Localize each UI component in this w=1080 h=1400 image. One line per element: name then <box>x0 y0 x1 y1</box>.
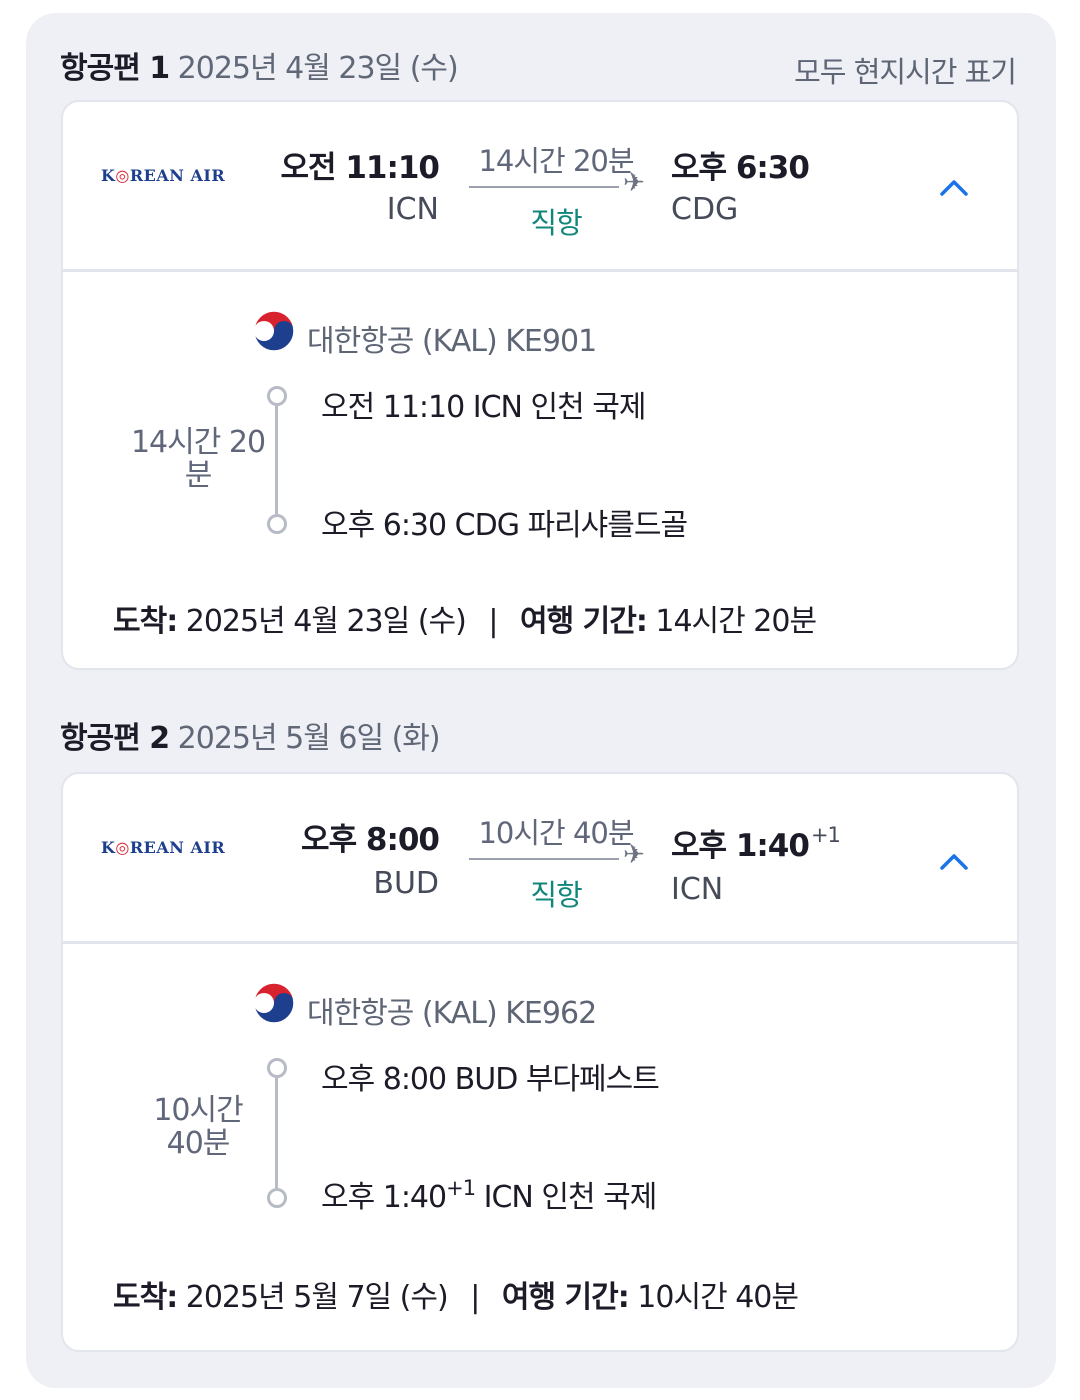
timeline-duration: 10시간 40분 <box>153 1093 243 1161</box>
departure-time: 오전 11:10 <box>280 150 440 186</box>
arrival-stop: 오후 6:30 CDG 파리샤를드골 <box>321 508 688 543</box>
departure-code: ICN <box>386 192 439 227</box>
flight-detail: 대한항공 (KAL) KE962 10시간 40분 오후 8:00 BUD 부다… <box>63 944 1017 1338</box>
local-time-note: 모두 현지시간 표기 <box>794 55 1017 89</box>
route-line <box>469 858 619 860</box>
flight-label: 항공편 1 <box>60 51 170 86</box>
flight-card-2: K◎REAN AIR 오후 8:00 BUD 10시간 40분 ✈ 직항 오후 … <box>61 772 1019 1352</box>
chevron-up-icon[interactable] <box>939 172 969 202</box>
flight-1-header: 항공편 1 2025년 4월 23일 (수) <box>60 43 459 87</box>
carrier-info: 대한항공 (KAL) KE962 <box>307 996 597 1031</box>
korean-air-taegeuk-icon <box>253 982 295 1024</box>
korean-air-taegeuk-icon <box>253 310 295 352</box>
arrival-code: ICN <box>671 872 724 907</box>
flight-date: 2025년 4월 23일 (수) <box>177 51 459 86</box>
timeline-start-dot <box>267 1058 287 1078</box>
flight-summary[interactable]: K◎REAN AIR 오후 8:00 BUD 10시간 40분 ✈ 직항 오후 … <box>63 774 1017 944</box>
next-day-marker: +1 <box>446 1176 476 1200</box>
carrier-info: 대한항공 (KAL) KE901 <box>307 324 597 359</box>
flight-duration: 10시간 40분 <box>478 816 634 850</box>
chevron-up-icon[interactable] <box>939 846 969 876</box>
flight-summary[interactable]: K◎REAN AIR 오전 11:10 ICN 14시간 20분 ✈ 직항 오후… <box>63 102 1017 272</box>
arrival-time: 오후 1:40+1 <box>671 823 841 864</box>
departure-code: BUD <box>373 866 439 901</box>
airplane-icon: ✈ <box>623 168 645 198</box>
timeline-duration: 14시간 20분 <box>130 425 266 493</box>
arrival-code: CDG <box>671 192 739 227</box>
departure-stop: 오후 8:00 BUD 부다페스트 <box>321 1062 660 1097</box>
departure-stop: 오전 11:10 ICN 인천 국제 <box>321 390 646 425</box>
flight-duration: 14시간 20분 <box>478 144 634 178</box>
timeline-start-dot <box>267 386 287 406</box>
timeline-line <box>275 406 278 514</box>
korean-air-logo: K◎REAN AIR <box>101 166 226 185</box>
arrival-time: 오후 6:30 <box>671 150 810 186</box>
next-day-marker: +1 <box>810 823 841 847</box>
flight-2-header: 항공편 2 2025년 5월 6일 (화) <box>60 713 441 757</box>
flight-label: 항공편 2 <box>60 721 170 756</box>
flight-date: 2025년 5월 6일 (화) <box>177 721 441 756</box>
timeline-end-dot <box>267 514 287 534</box>
route-line <box>469 186 619 188</box>
flight-footer: 도착: 2025년 4월 23일 (수) | 여행 기간: 14시간 20분 <box>113 604 817 639</box>
flight-detail: 대한항공 (KAL) KE901 14시간 20분 오전 11:10 ICN 인… <box>63 272 1017 666</box>
flight-footer: 도착: 2025년 5월 7일 (수) | 여행 기간: 10시간 40분 <box>113 1280 799 1315</box>
flight-card-1: K◎REAN AIR 오전 11:10 ICN 14시간 20분 ✈ 직항 오후… <box>61 100 1019 670</box>
korean-air-logo: K◎REAN AIR <box>101 838 226 857</box>
stops-label: 직항 <box>530 206 582 240</box>
itinerary-panel: 항공편 1 2025년 4월 23일 (수) 모두 현지시간 표기 K◎REAN… <box>26 13 1056 1388</box>
arrival-stop: 오후 1:40+1 ICN 인천 국제 <box>321 1176 657 1215</box>
stops-label: 직항 <box>530 878 582 912</box>
timeline-end-dot <box>267 1188 287 1208</box>
departure-time: 오후 8:00 <box>301 822 440 858</box>
timeline-line <box>275 1078 278 1188</box>
airplane-icon: ✈ <box>623 840 645 870</box>
